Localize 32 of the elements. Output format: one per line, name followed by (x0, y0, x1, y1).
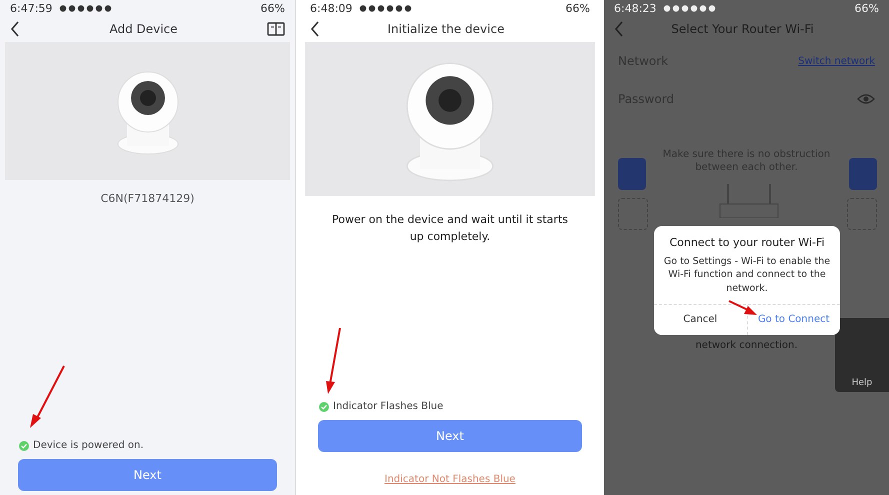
not-flashing-link[interactable]: Indicator Not Flashes Blue (384, 474, 516, 485)
battery-level: 66% (566, 2, 590, 14)
check-label: Device is powered on. (33, 440, 144, 451)
outline-button-background (847, 198, 877, 230)
outline-button-background (618, 198, 648, 230)
dialog-title: Connect to your router Wi-Fi (668, 236, 826, 249)
status-time: 6:48:23 (614, 2, 656, 14)
battery-level: 66% (854, 2, 879, 14)
back-icon[interactable] (10, 21, 20, 37)
screen-title: Initialize the device (386, 22, 506, 36)
back-icon[interactable] (310, 21, 320, 37)
instruction-text: Power on the device and wait until it starts up completely. (330, 212, 569, 244)
help-panel[interactable]: Help (835, 318, 889, 392)
status-time: 6:47:59 (10, 2, 52, 14)
filled-button-background (849, 158, 877, 190)
dialog-message: Go to Settings - Wi-Fi to enable the Wi-Fi function and connect to the network. (662, 255, 832, 295)
next-button[interactable]: Next (318, 420, 582, 452)
screen-title: Select Your Router Wi-Fi (670, 22, 815, 36)
help-label: Help (852, 378, 872, 388)
battery-level: 66% (260, 2, 285, 14)
status-time: 6:48:09 (310, 2, 352, 14)
next-button[interactable]: Next (18, 459, 277, 491)
dialog-button[interactable]: Go to Connect (746, 304, 840, 335)
filled-button-background (618, 158, 646, 190)
switch-network-link[interactable]: Switch network (798, 56, 875, 66)
annotation-arrow (728, 300, 758, 316)
tip-text: network connection. (694, 340, 799, 351)
device-model: C6N(F71874129) (100, 192, 196, 205)
annotation-arrow (324, 326, 344, 396)
check-label: Indicator Flashes Blue (333, 401, 444, 412)
book-icon[interactable] (267, 22, 285, 36)
screen-title: Add Device (108, 22, 179, 36)
